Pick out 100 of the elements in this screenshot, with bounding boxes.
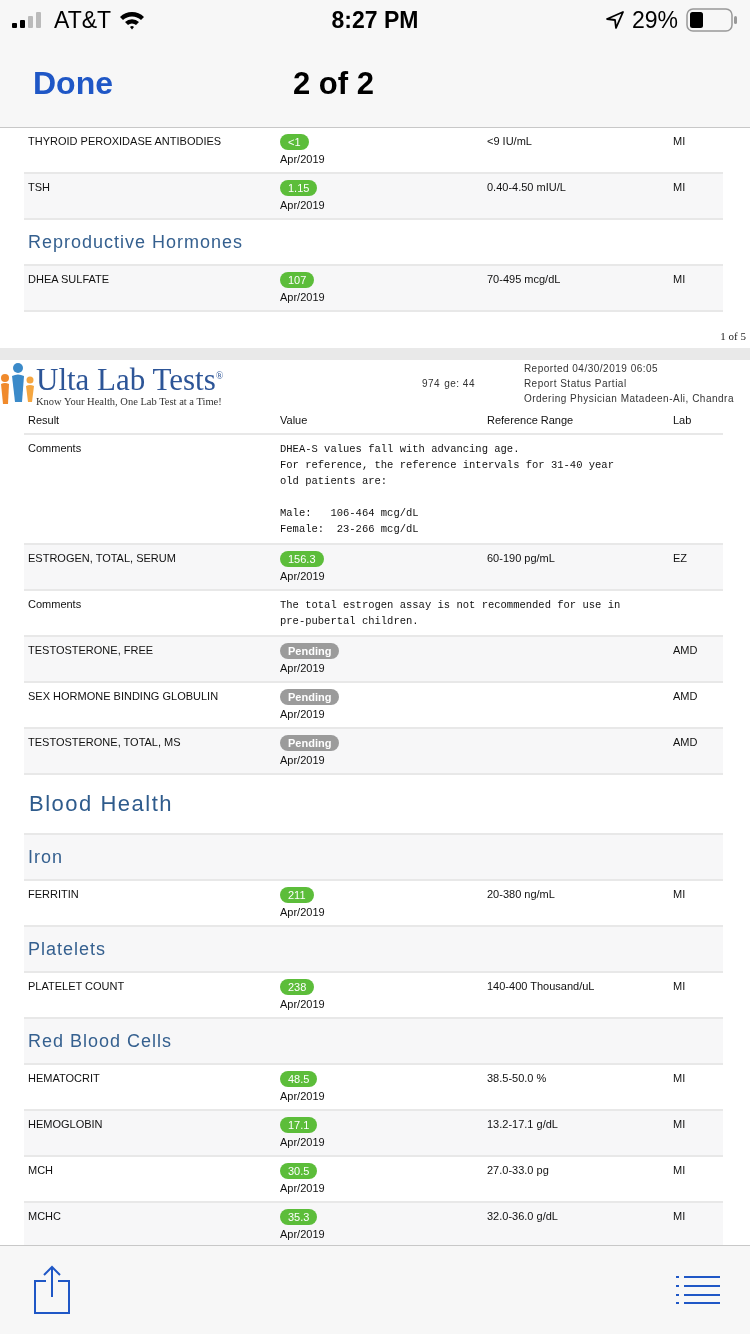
lab-code: MI <box>673 1071 687 1087</box>
comment-text: For reference, the reference intervals for 31-40 year <box>280 458 615 474</box>
wifi-icon <box>119 10 146 30</box>
result-date: Apr/2019 <box>280 1181 325 1196</box>
test-name: MCHC <box>28 1209 62 1225</box>
test-name: DHEA SULFATE <box>28 272 111 287</box>
value-badge: 107 <box>280 272 315 288</box>
lab-code: EZ <box>673 551 689 567</box>
value-badge: Pending <box>280 689 340 706</box>
value-badge: 48.5 <box>280 1071 318 1088</box>
lab-code: MI <box>673 887 687 903</box>
test-name: FERRITIN <box>28 887 80 903</box>
reference-range: 60-190 pg/mL <box>487 551 556 567</box>
result-date: Apr/2019 <box>280 997 325 1012</box>
result-date: Apr/2019 <box>280 661 325 676</box>
people-logo-icon <box>0 361 36 406</box>
value-badge: 30.5 <box>280 1163 318 1180</box>
reference-range: <9 IU/mL <box>487 134 533 149</box>
column-header: Result <box>28 413 61 428</box>
result-date: Apr/2019 <box>280 753 325 768</box>
carrier-name: AT&T <box>54 6 112 34</box>
value-badge: 17.1 <box>280 1117 318 1134</box>
report-info: Reported 04/30/2019 06:05 <box>523 362 660 377</box>
result-date: Apr/2019 <box>280 905 325 920</box>
subsection-title: Reproductive Hormones <box>28 231 244 253</box>
test-name: PLATELET COUNT <box>28 979 126 995</box>
battery-percent: 29% <box>631 6 678 34</box>
reference-range: 70-495 mcg/dL <box>487 272 562 287</box>
test-name: TESTOSTERONE, FREE <box>28 643 155 659</box>
lab-code: MI <box>673 979 687 995</box>
reference-range: 0.40-4.50 mIU/L <box>487 180 567 195</box>
section-title: Blood Health <box>29 791 173 818</box>
column-header: Value <box>280 413 309 428</box>
comment-text: DHEA-S values fall with advancing age. <box>280 442 521 458</box>
comment-label: Comments <box>28 597 83 613</box>
value-badge: 35.3 <box>280 1209 318 1226</box>
lab-code: AMD <box>673 689 699 705</box>
result-date: Apr/2019 <box>280 707 325 722</box>
lab-code: MI <box>673 272 687 287</box>
reference-range: 32.0-36.0 g/dL <box>487 1209 559 1225</box>
test-name: ESTROGEN, TOTAL, SERUM <box>28 551 177 567</box>
done-button[interactable]: Done <box>33 65 293 102</box>
test-name: HEMOGLOBIN <box>28 1117 104 1133</box>
location-arrow-icon <box>605 11 624 29</box>
value-badge: 1.15 <box>280 180 318 196</box>
reference-range: 38.5-50.0 % <box>487 1071 548 1087</box>
value-badge: Pending <box>280 643 340 660</box>
subsection-title: Platelets <box>28 938 107 960</box>
column-header: Lab <box>673 413 693 428</box>
battery-icon <box>686 8 738 32</box>
test-name: HEMATOCRIT <box>28 1071 101 1087</box>
reference-range: 13.2-17.1 g/dL <box>487 1117 559 1133</box>
comment-text: Female: 23-266 mcg/dL <box>280 522 420 538</box>
subsection-title: Red Blood Cells <box>28 1030 173 1052</box>
test-name: TSH <box>28 180 51 195</box>
test-name: TESTOSTERONE, TOTAL, MS <box>28 735 182 751</box>
patient-age: ge: 44 <box>444 378 475 390</box>
result-date: Apr/2019 <box>280 1089 325 1104</box>
page-counter: 2 of 2 <box>293 65 374 102</box>
brand-name: Ulta Lab Tests$^{®}$ <box>36 361 224 397</box>
reference-range: 20-380 ng/mL <box>487 887 556 903</box>
result-date: Apr/2019 <box>280 569 325 584</box>
list-icon <box>676 1275 720 1305</box>
subsection-title: Iron <box>28 846 64 868</box>
reference-range: 140-400 Thousand/uL <box>487 979 596 995</box>
result-date: Apr/2019 <box>280 152 325 166</box>
test-name: THYROID PEROXIDASE ANTIBODIES <box>28 134 223 149</box>
result-date: Apr/2019 <box>280 290 325 304</box>
value-badge: 156.3 <box>280 551 324 568</box>
comment-text: Male: 106-464 mcg/dL <box>280 506 420 522</box>
reference-range: 27.0-33.0 pg <box>487 1163 550 1179</box>
value-badge: 238 <box>280 979 315 996</box>
lab-code: AMD <box>673 643 699 659</box>
column-header: Reference Range <box>487 413 575 428</box>
share-button[interactable] <box>32 1265 72 1315</box>
brand-tagline: Know Your Health, One Lab Test at a Time! <box>36 396 223 408</box>
comment-label: Comments <box>28 441 83 457</box>
patient-fragment: 974 <box>422 378 441 390</box>
comment-text: The total estrogen assay is not recommended for use in <box>280 598 622 614</box>
lab-code: MI <box>673 180 687 195</box>
result-date: Apr/2019 <box>280 1135 325 1150</box>
lab-code: MI <box>673 134 687 149</box>
lab-code: MI <box>673 1163 687 1179</box>
report-info: Report Status Partial <box>523 377 628 392</box>
test-name: MCH <box>28 1163 55 1179</box>
list-button[interactable] <box>676 1275 720 1305</box>
value-badge: <1 <box>280 134 309 150</box>
test-name: SEX HORMONE BINDING GLOBULIN <box>28 689 220 705</box>
result-date: Apr/2019 <box>280 198 325 212</box>
clock-time: 8:27 PM <box>331 6 419 33</box>
share-icon <box>32 1265 72 1315</box>
value-badge: 211 <box>280 887 314 904</box>
result-date: Apr/2019 <box>280 1227 325 1242</box>
value-badge: Pending <box>280 735 340 752</box>
page-number: 1 of 5 <box>720 330 746 342</box>
lab-code: MI <box>673 1117 687 1133</box>
comment-text: pre-pubertal children. <box>280 614 420 630</box>
lab-code: AMD <box>673 735 699 751</box>
lab-code: MI <box>673 1209 687 1225</box>
report-info: Ordering Physician Matadeen-Ali, Chandra <box>523 392 734 407</box>
